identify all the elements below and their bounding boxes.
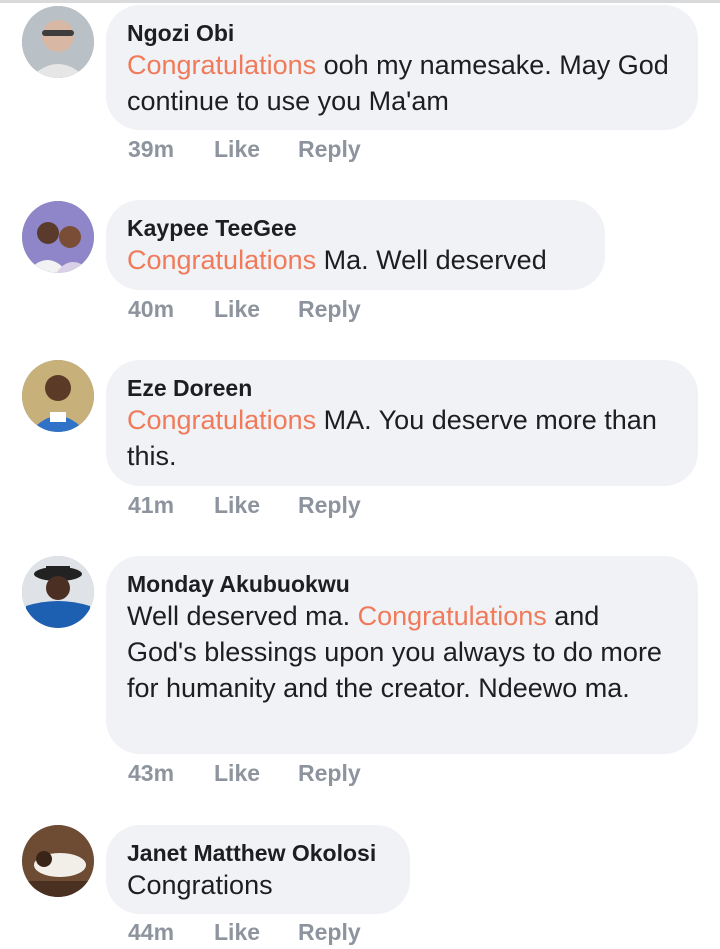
comment-bubble: Janet Matthew Okolosi Congrations	[106, 825, 410, 914]
highlighted-keyword[interactable]: Congratulations	[127, 405, 316, 435]
highlighted-keyword[interactable]: Congratulations	[358, 601, 547, 631]
reply-button[interactable]: Reply	[298, 760, 361, 787]
comment-author[interactable]: Kaypee TeeGee	[127, 214, 583, 242]
like-button[interactable]: Like	[214, 136, 298, 163]
avatar[interactable]	[22, 360, 94, 432]
avatar[interactable]	[22, 556, 94, 628]
highlighted-keyword[interactable]: Congratulations	[127, 50, 316, 80]
comment-author[interactable]: Ngozi Obi	[127, 19, 676, 47]
comment-timestamp[interactable]: 41m	[128, 492, 214, 519]
avatar[interactable]	[22, 201, 94, 273]
comment-timestamp[interactable]: 39m	[128, 136, 214, 163]
comment-timestamp[interactable]: 40m	[128, 296, 214, 323]
comment-actions: 44m Like Reply	[128, 919, 361, 946]
avatar[interactable]	[22, 825, 94, 897]
highlighted-keyword[interactable]: Congratulations	[127, 245, 316, 275]
comment-bubble: Ngozi Obi Congratulations ooh my namesak…	[106, 5, 698, 130]
reply-button[interactable]: Reply	[298, 296, 361, 323]
reply-button[interactable]: Reply	[298, 136, 361, 163]
comment-bubble: Monday Akubuokwu Well deserved ma. Congr…	[106, 556, 698, 754]
comment-actions: 43m Like Reply	[128, 760, 361, 787]
like-button[interactable]: Like	[214, 760, 298, 787]
reply-button[interactable]: Reply	[298, 492, 361, 519]
comment-author[interactable]: Eze Doreen	[127, 374, 676, 402]
comment-timestamp[interactable]: 43m	[128, 760, 214, 787]
comment-text: Congratulations MA. You deserve more tha…	[127, 405, 657, 471]
like-button[interactable]: Like	[214, 296, 298, 323]
comment-bubble: Kaypee TeeGee Congratulations Ma. Well d…	[106, 200, 605, 290]
like-button[interactable]: Like	[214, 919, 298, 946]
reply-button[interactable]: Reply	[298, 919, 361, 946]
comment-actions: 39m Like Reply	[128, 136, 361, 163]
comment-text: Well deserved ma. Congratulations and Go…	[127, 601, 662, 703]
comment-timestamp[interactable]: 44m	[128, 919, 214, 946]
comment-author[interactable]: Janet Matthew Okolosi	[127, 839, 388, 867]
comment-text: Congratulations ooh my namesake. May God…	[127, 50, 669, 116]
avatar[interactable]	[22, 6, 94, 78]
comment-actions: 41m Like Reply	[128, 492, 361, 519]
comment-bubble: Eze Doreen Congratulations MA. You deser…	[106, 360, 698, 486]
comment-text: Congrations	[127, 870, 273, 900]
comment-text: Congratulations Ma. Well deserved	[127, 245, 547, 275]
comment-actions: 40m Like Reply	[128, 296, 361, 323]
like-button[interactable]: Like	[214, 492, 298, 519]
top-divider	[0, 0, 720, 3]
comment-author[interactable]: Monday Akubuokwu	[127, 570, 676, 598]
